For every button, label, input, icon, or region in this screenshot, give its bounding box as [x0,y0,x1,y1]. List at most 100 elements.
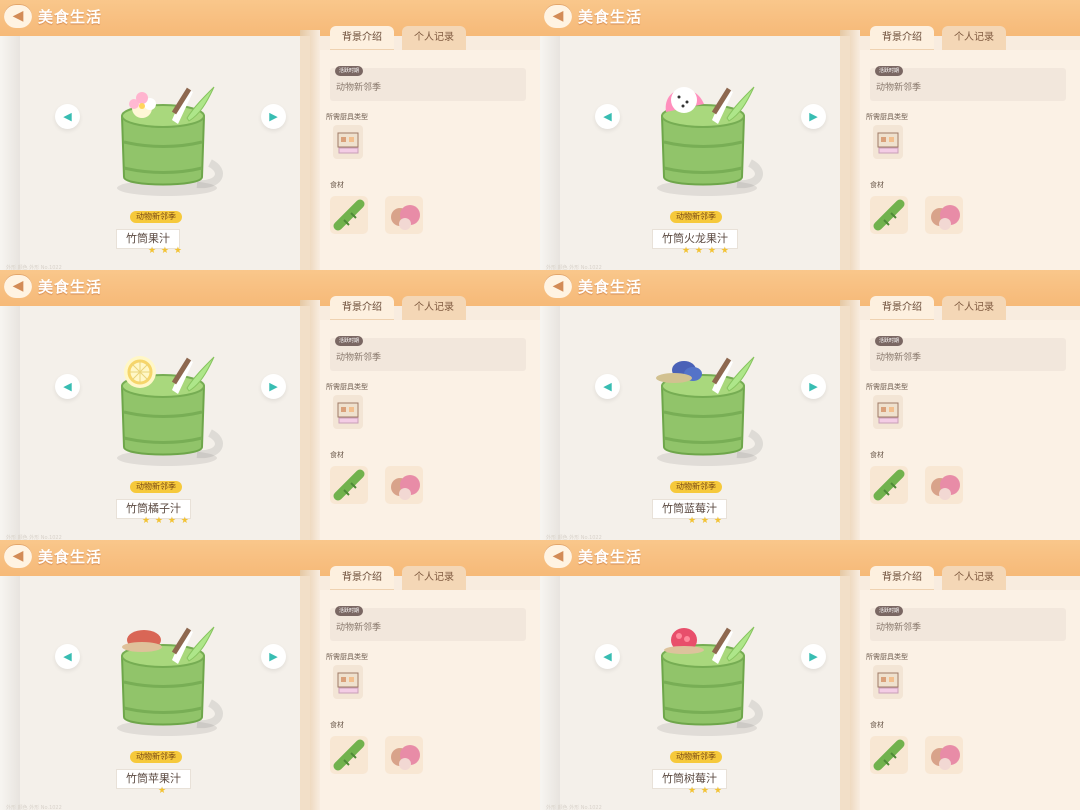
season-badge: 动物新邻季 [130,481,182,493]
dragon-fruit-icon [925,196,963,234]
tab-background[interactable]: 背景介绍 [330,296,394,320]
book-left-edge [0,36,20,270]
bamboo-icon [330,736,368,774]
tools-label: 所需厨具类型 [326,653,368,661]
next-recipe-button[interactable]: ▶ [261,104,286,129]
page-title: 美食生活 [38,8,103,26]
tab-personal-record[interactable]: 个人记录 [942,26,1006,50]
recipe-stars: ★ ★ ★ [688,516,723,526]
back-button[interactable]: ◀ [4,274,32,298]
season-name: 动物新邻季 [876,83,922,93]
recipe-card: ◀ 美食生活 ◀ ▶ 动物新邻季 竹筒橘子汁 ★ ★ ★ ★ 外形 颜色 外形 No.102… [0,270,540,540]
kitchen-tool-icon [873,395,903,429]
apple-icon [385,736,423,774]
ingredients-label: 食材 [330,721,344,729]
next-recipe-button[interactable]: ▶ [801,104,826,129]
book-left-edge [540,576,560,810]
back-arrow-icon: ◀ [12,278,24,294]
kitchen-tool-icon [873,665,903,699]
tabs: 背景介绍 个人记录 [870,26,1011,50]
tab-personal-record[interactable]: 个人记录 [402,296,466,320]
kitchen-tool-icon [333,125,363,159]
next-recipe-button[interactable]: ▶ [801,374,826,399]
recipe-card: ◀ 美食生活 ◀ ▶ 动物新邻季 竹筒火龙果汁 ★ ★ ★ ★ 外形 颜色 外形 No.10… [540,0,1080,270]
ingredients-label: 食材 [870,451,884,459]
bamboo-drink-image [634,62,774,202]
previous-recipe-button[interactable]: ◀ [55,374,80,399]
tab-background[interactable]: 背景介绍 [330,566,394,590]
back-arrow-icon: ◀ [12,548,24,564]
season-badge: 动物新邻季 [670,211,722,223]
season-name: 动物新邻季 [876,353,922,363]
book-left-edge [540,306,560,540]
ingredients-label: 食材 [870,721,884,729]
recipe-stars: ★ ★ ★ ★ [682,246,730,256]
recipe-stars: ★ ★ ★ ★ [142,516,190,526]
page-title: 美食生活 [38,278,103,296]
previous-recipe-button[interactable]: ◀ [55,644,80,669]
tools-label: 所需厨具类型 [866,383,908,391]
tabs: 背景介绍 个人记录 [330,566,471,590]
bamboo-drink-image [94,602,234,742]
back-button[interactable]: ◀ [544,274,572,298]
book-left-edge [0,306,20,540]
recipe-screenshot-grid: ◀ 美食生活 ◀ ▶ 动物新邻季 竹筒果汁 ★ ★ ★ 外形 颜色 外形 No.1022 背景… [0,0,1080,810]
tabs: 背景介绍 个人记录 [330,26,471,50]
back-arrow-icon: ◀ [552,8,564,24]
active-period-label: 活跃时期 [875,66,904,76]
previous-recipe-button[interactable]: ◀ [595,374,620,399]
recipe-card: ◀ 美食生活 ◀ ▶ 动物新邻季 竹筒树莓汁 ★ ★ ★ 外形 颜色 外形 No.1022 背… [540,540,1080,810]
bamboo-drink-image [94,62,234,202]
next-recipe-button[interactable]: ▶ [261,644,286,669]
tools-label: 所需厨具类型 [326,383,368,391]
page-title: 美食生活 [578,278,643,296]
tab-personal-record[interactable]: 个人记录 [942,566,1006,590]
season-badge: 动物新邻季 [130,751,182,763]
back-arrow-icon: ◀ [12,8,24,24]
tab-personal-record[interactable]: 个人记录 [402,566,466,590]
previous-recipe-button[interactable]: ◀ [55,104,80,129]
bamboo-icon [330,466,368,504]
tab-background[interactable]: 背景介绍 [870,566,934,590]
bamboo-icon [870,736,908,774]
recipe-stars: ★ ★ ★ [148,246,183,256]
tab-background[interactable]: 背景介绍 [330,26,394,50]
next-recipe-button[interactable]: ▶ [801,644,826,669]
back-button[interactable]: ◀ [544,4,572,28]
ingredients-label: 食材 [330,451,344,459]
bamboo-drink-image [94,332,234,472]
footer-text: 外形 颜色 外形 No.1022 [6,805,62,810]
back-button[interactable]: ◀ [544,544,572,568]
recipe-card: ◀ 美食生活 ◀ ▶ 动物新邻季 竹筒蓝莓汁 ★ ★ ★ 外形 颜色 外形 No.1022 背… [540,270,1080,540]
tabs: 背景介绍 个人记录 [870,566,1011,590]
tab-background[interactable]: 背景介绍 [870,26,934,50]
next-recipe-button[interactable]: ▶ [261,374,286,399]
raspberry-icon [925,736,963,774]
back-button[interactable]: ◀ [4,544,32,568]
tab-personal-record[interactable]: 个人记录 [942,296,1006,320]
kitchen-tool-icon [333,395,363,429]
recipe-stars: ★ ★ ★ [688,786,723,796]
book-left-edge [540,36,560,270]
previous-recipe-button[interactable]: ◀ [595,644,620,669]
tab-background[interactable]: 背景介绍 [870,296,934,320]
tab-personal-record[interactable]: 个人记录 [402,26,466,50]
tabs: 背景介绍 个人记录 [330,296,471,320]
tools-label: 所需厨具类型 [866,113,908,121]
blueberry-icon [925,466,963,504]
bamboo-icon [870,196,908,234]
fruit-cake-icon [385,196,423,234]
recipe-stars: ★ [158,786,168,796]
tabs: 背景介绍 个人记录 [870,296,1011,320]
bamboo-icon [330,196,368,234]
back-arrow-icon: ◀ [552,548,564,564]
tools-label: 所需厨具类型 [866,653,908,661]
footer-text: 外形 颜色 外形 No.1022 [546,805,602,810]
recipe-name: 竹筒苹果汁 [116,769,191,789]
back-button[interactable]: ◀ [4,4,32,28]
ingredients-label: 食材 [330,181,344,189]
page-title: 美食生活 [578,8,643,26]
season-name: 动物新邻季 [336,623,382,633]
previous-recipe-button[interactable]: ◀ [595,104,620,129]
page-title: 美食生活 [578,548,643,566]
